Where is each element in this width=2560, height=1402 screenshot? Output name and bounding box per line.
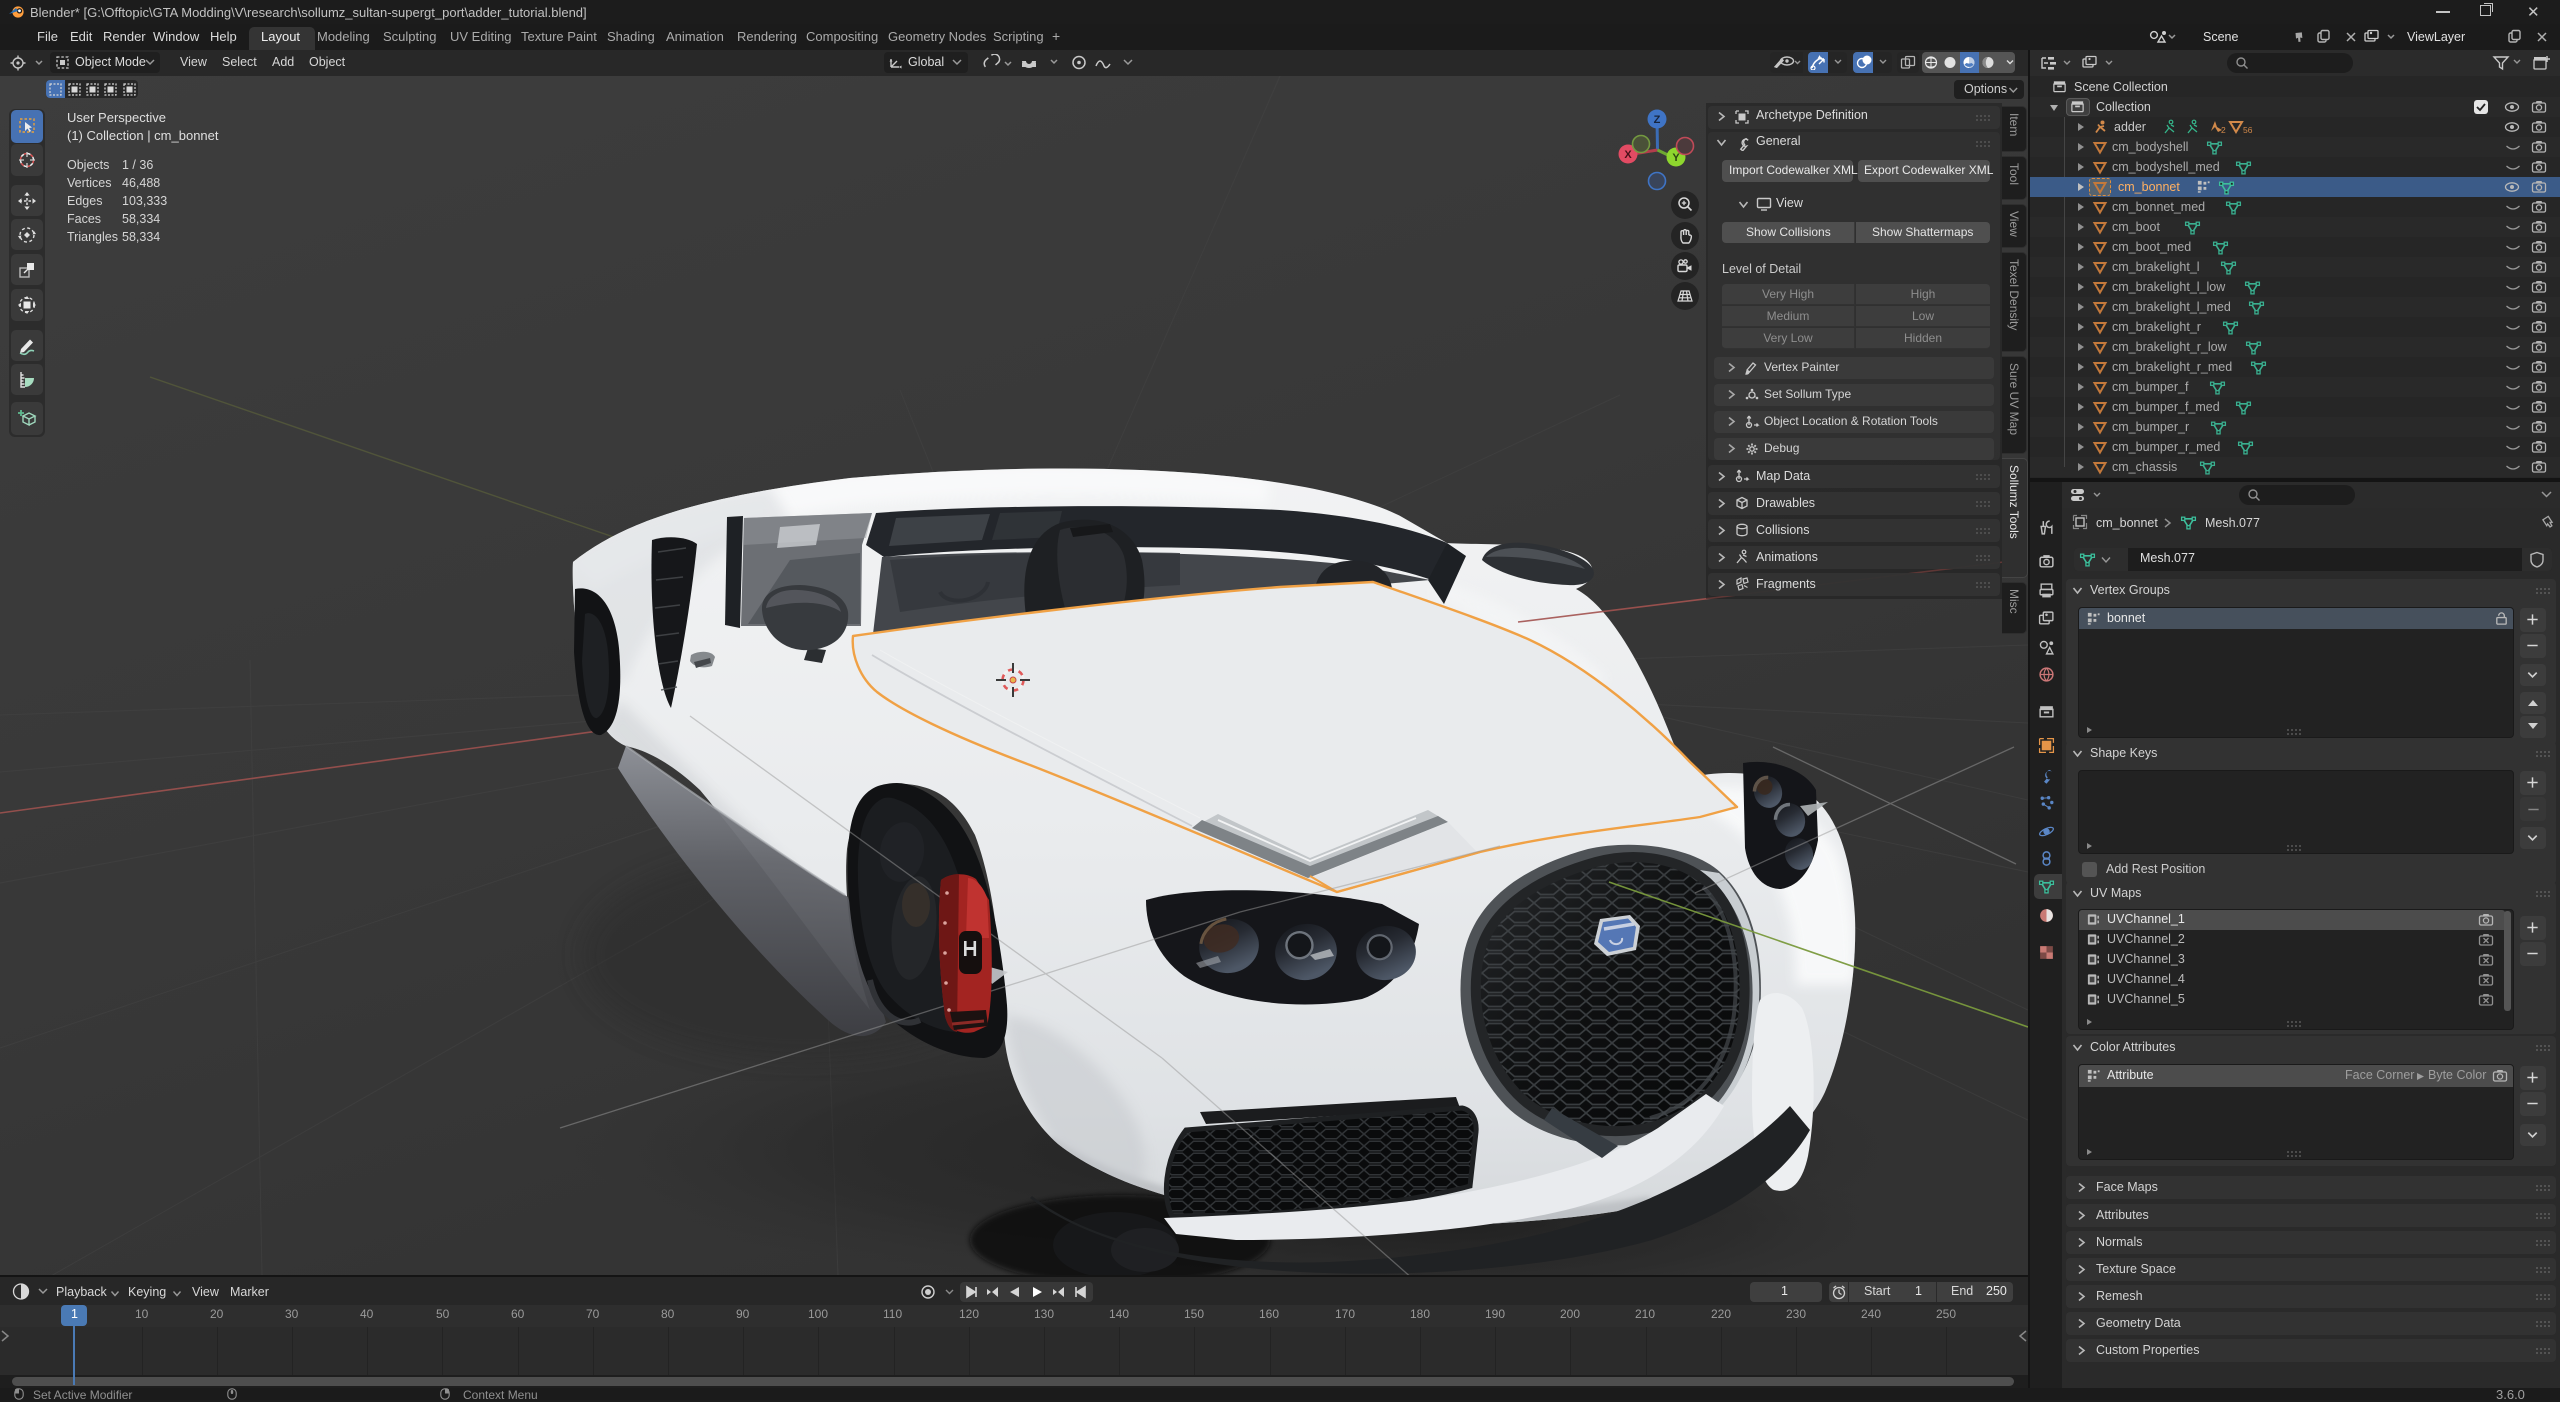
svg-text:Y: Y [1672,152,1680,164]
svg-text:X: X [1624,149,1632,161]
svg-text:Z: Z [1654,114,1661,126]
